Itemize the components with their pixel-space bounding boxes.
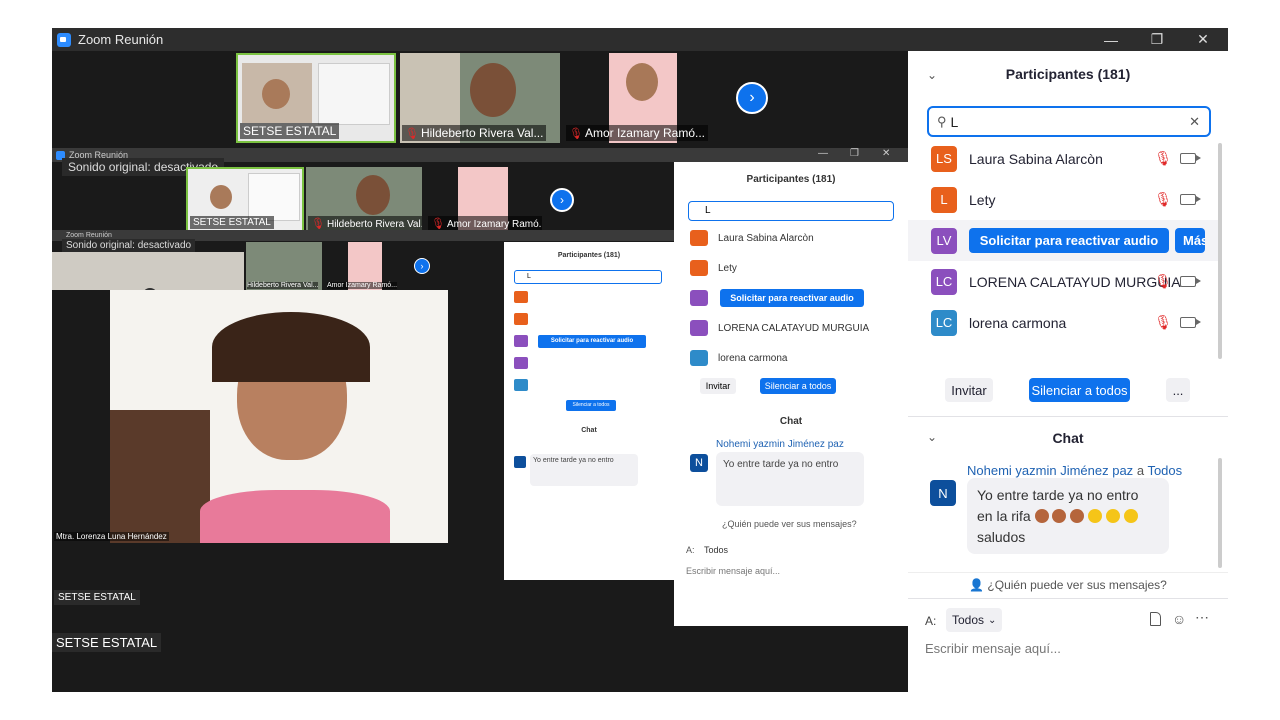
zoom-logo-icon bbox=[57, 32, 71, 47]
camera-icon[interactable] bbox=[1180, 153, 1201, 164]
search-icon: ⚲ bbox=[937, 113, 947, 129]
avatar: LS bbox=[931, 145, 957, 172]
laugh-emoji-icon bbox=[1106, 509, 1121, 523]
laugh-emoji-icon bbox=[1088, 509, 1103, 523]
thumbnail-label: 🎙 Hildeberto Rivera Val... bbox=[402, 125, 547, 141]
nested-zoom-window-inner: Zoom Reunión Sonido original: desactivad… bbox=[52, 230, 674, 580]
mute-all-button[interactable]: Silenciar a todos bbox=[1029, 378, 1130, 402]
video-thumbnail[interactable]: 🎙 Amor Izamary Ramó... bbox=[426, 167, 542, 233]
thumbnail-label: SETSE ESTATAL bbox=[190, 216, 274, 229]
thumbnail-label: 🎙 Amor Izamary Ramó... bbox=[428, 216, 542, 231]
mic-off-icon[interactable]: 🎙 bbox=[1154, 150, 1172, 167]
to-label: A: bbox=[925, 614, 937, 628]
speaker-label: Mtra. Lorenza Luna Hernández bbox=[54, 532, 169, 541]
mic-off-icon[interactable]: 🎙 bbox=[1154, 191, 1172, 208]
people-icon: 👤 bbox=[969, 578, 985, 592]
laugh-emoji-icon bbox=[1124, 509, 1139, 523]
emoji-icon bbox=[1034, 509, 1049, 523]
mic-off-icon[interactable]: 🎙 bbox=[1154, 314, 1172, 331]
camera-icon[interactable] bbox=[1180, 276, 1201, 287]
emoji-icon bbox=[1070, 509, 1085, 523]
side-panel: ⌄ Participantes (181) ⚲ L ✕ LS Laura Sab… bbox=[908, 51, 1228, 692]
participants-title: Participantes (181) bbox=[1005, 66, 1131, 82]
nested-participants-panel-large: Participantes (181) L Laura Sabina Alarc… bbox=[674, 162, 908, 626]
video-name-label: SETSE ESTATAL bbox=[52, 633, 162, 652]
video-name-label: SETSE ESTATAL bbox=[54, 590, 140, 605]
zoom-window: Zoom Reunión — ❐ ✕ SETSE ESTATAL 🎙 Hildeb… bbox=[52, 28, 1228, 692]
avatar: LV bbox=[931, 227, 957, 254]
chevron-down-icon: ⌄ bbox=[988, 614, 997, 626]
nested-zoom-window: Zoom Reunión — ❐ ✕ Sonido original: desa… bbox=[52, 148, 908, 692]
chat-message-input[interactable]: Escribir mensaje aquí... bbox=[925, 641, 1061, 656]
chevron-right-icon[interactable]: › bbox=[414, 258, 430, 274]
emoji-icon bbox=[1052, 509, 1067, 523]
chevron-right-icon[interactable]: › bbox=[550, 188, 574, 212]
video-thumbnail: Hildeberto Rivera Val... bbox=[246, 242, 322, 290]
video-thumbnail[interactable]: SETSE ESTATAL bbox=[186, 167, 304, 233]
invite-button[interactable]: Invitar bbox=[945, 378, 993, 402]
avatar: N bbox=[930, 480, 956, 506]
request-unmute-button[interactable]: Solicitar para reactivar audio bbox=[969, 228, 1169, 253]
participant-row[interactable]: LV Solicitar para reactivar audio Más bbox=[908, 220, 1218, 261]
thumbnail-label: SETSE ESTATAL bbox=[240, 123, 340, 139]
mic-off-icon: 🎙 bbox=[405, 128, 419, 140]
recipient-select[interactable]: Todos ⌄ bbox=[946, 608, 1003, 632]
participant-name: LORENA CALATAYUD MURGUIA bbox=[969, 273, 1181, 290]
more-options-button[interactable]: Más bbox=[1175, 228, 1205, 253]
divider bbox=[908, 598, 1228, 599]
participant-name: Laura Sabina Alarcòn bbox=[969, 150, 1103, 167]
more-icon[interactable]: ⋯ bbox=[1195, 609, 1209, 626]
minimize-button[interactable]: — bbox=[1088, 28, 1134, 51]
search-input[interactable]: ⚲ L ✕ bbox=[927, 106, 1211, 137]
avatar: LC bbox=[931, 309, 957, 336]
mic-off-icon: 🎙 bbox=[311, 218, 325, 230]
who-can-see-link[interactable]: 👤 ¿Quién puede ver sus mensajes? bbox=[908, 578, 1228, 592]
video-area: SETSE ESTATAL 🎙 Hildeberto Rivera Val... … bbox=[52, 51, 908, 692]
chat-title: Chat bbox=[1052, 430, 1084, 446]
participant-name: Lety bbox=[969, 191, 996, 208]
clear-icon[interactable]: ✕ bbox=[1189, 114, 1200, 130]
title-bar: Zoom Reunión — ❐ ✕ bbox=[52, 28, 1228, 51]
participant-row[interactable]: LS Laura Sabina Alarcòn 🎙 bbox=[908, 138, 1218, 179]
camera-icon[interactable] bbox=[1180, 317, 1201, 328]
close-button[interactable]: ✕ bbox=[1180, 28, 1226, 51]
participant-row[interactable]: L Lety 🎙 bbox=[908, 179, 1218, 220]
more-icon[interactable]: ... bbox=[1166, 378, 1190, 402]
mic-off-icon: 🎙 bbox=[431, 218, 445, 230]
avatar: L bbox=[931, 186, 957, 213]
nested-participants-panel: Participantes (181) L Solicitar para rea… bbox=[504, 242, 674, 580]
participant-row[interactable]: LC lorena carmona 🎙 bbox=[908, 302, 1218, 343]
participant-name: lorena carmona bbox=[969, 314, 1067, 331]
file-icon[interactable] bbox=[1150, 612, 1161, 626]
mic-off-icon[interactable]: 🎙 bbox=[1154, 273, 1172, 290]
video-thumbnail: Amor Izamary Ramó... bbox=[326, 242, 402, 290]
main-speaker-video: Mtra. Lorenza Luna Hernández bbox=[52, 290, 502, 543]
camera-icon[interactable] bbox=[1180, 194, 1201, 205]
participant-row[interactable]: LC LORENA CALATAYUD MURGUIA 🎙 bbox=[908, 261, 1218, 302]
emoji-icon[interactable]: ☺ bbox=[1172, 611, 1186, 627]
chat-scrollbar[interactable] bbox=[1218, 458, 1222, 568]
video-thumbnail[interactable]: SETSE ESTATAL bbox=[236, 53, 396, 143]
divider bbox=[908, 416, 1228, 417]
chat-sender-line: Nohemi yazmin Jiménez paz a Todos bbox=[967, 463, 1183, 478]
window-title: Zoom Reunión bbox=[78, 32, 164, 47]
video-thumbnail[interactable]: 🎙 Hildeberto Rivera Val... bbox=[400, 53, 560, 143]
restore-button[interactable]: ❐ bbox=[1134, 28, 1180, 51]
divider bbox=[908, 572, 1228, 573]
thumbnail-label: 🎙 Amor Izamary Ramó... bbox=[566, 125, 708, 141]
video-thumbnail[interactable]: 🎙 Amor Izamary Ramó... bbox=[564, 53, 724, 143]
search-value: L bbox=[950, 113, 959, 130]
thumbnail-label: 🎙 Hildeberto Rivera Val... bbox=[308, 216, 422, 231]
participants-scrollbar[interactable] bbox=[1218, 143, 1222, 359]
chat-message: Yo entre tarde ya no entro en la rifa sa… bbox=[967, 478, 1169, 554]
mic-off-icon: 🎙 bbox=[569, 128, 583, 140]
chevron-right-icon[interactable]: › bbox=[736, 82, 768, 114]
avatar: LC bbox=[931, 268, 957, 295]
video-thumbnail[interactable]: 🎙 Hildeberto Rivera Val... bbox=[306, 167, 422, 233]
